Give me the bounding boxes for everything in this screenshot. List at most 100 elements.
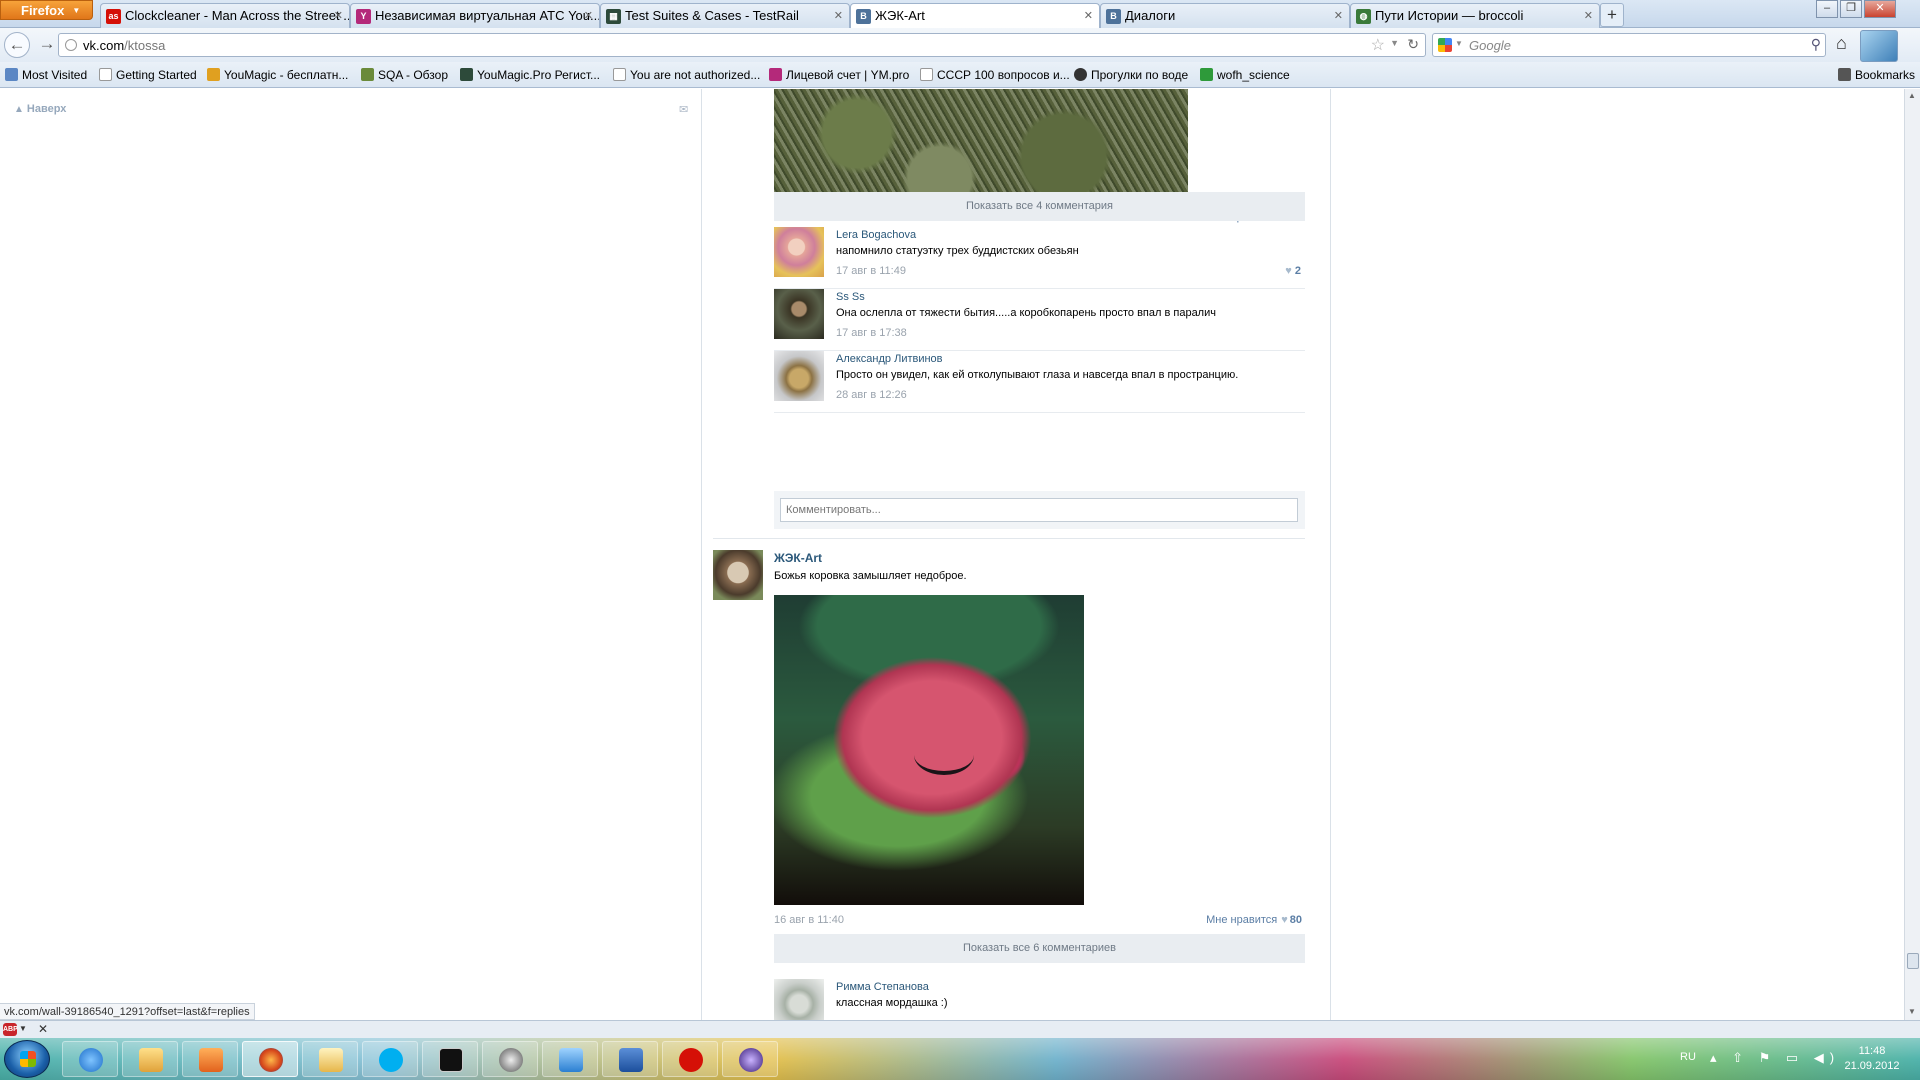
avatar[interactable] xyxy=(713,550,763,600)
new-tab-button[interactable]: + xyxy=(1600,3,1624,27)
post-photo[interactable] xyxy=(774,595,1084,905)
close-icon[interactable]: ✕ xyxy=(38,1022,48,1036)
show-all-comments-button[interactable]: Показать все 6 комментариев xyxy=(774,934,1305,963)
firefox-menu-button[interactable]: Firefox ▼ xyxy=(0,0,93,20)
close-icon[interactable]: ✕ xyxy=(334,9,343,22)
comment-date[interactable]: 17 авг в 11:49 xyxy=(836,265,906,277)
clock-date[interactable]: 21.09.2012 xyxy=(1842,1060,1902,1072)
comment-like-button[interactable]: ♥ 2 xyxy=(1285,265,1301,277)
maximize-button[interactable]: ❐ xyxy=(1840,0,1862,18)
close-icon[interactable]: ✕ xyxy=(834,9,843,22)
tab-testrail[interactable]: ▦ Test Suites & Cases - TestRail ✕ xyxy=(600,3,850,28)
adblock-icon[interactable]: ABP xyxy=(3,1023,18,1036)
media-player-icon[interactable] xyxy=(182,1041,238,1077)
vk-icon: В xyxy=(1106,9,1121,24)
start-button[interactable] xyxy=(4,1040,50,1078)
like-button[interactable]: Мне нравится ♥ 80 xyxy=(1122,914,1302,926)
minimize-button[interactable]: – xyxy=(1816,0,1838,18)
comment-author[interactable]: Ss Ss xyxy=(836,291,865,303)
bookmark-star-icon[interactable]: ☆ xyxy=(1371,35,1385,55)
chevron-down-icon: ▼ xyxy=(72,6,81,15)
ladybug-face xyxy=(914,735,974,775)
tab-youmagic[interactable]: Y Независимая виртуальная АТС You... ✕ xyxy=(350,3,600,28)
post-photo[interactable] xyxy=(774,89,1188,201)
comment-author[interactable]: Римма Степанова xyxy=(836,981,929,993)
bookmark-ym-pro[interactable]: Лицевой счет | YM.pro xyxy=(769,68,909,82)
chevron-down-icon[interactable]: ▼ xyxy=(1390,38,1399,48)
forward-button[interactable]: → xyxy=(34,32,60,58)
bookmark-walks[interactable]: Прогулки по воде xyxy=(1074,68,1188,82)
close-window-button[interactable]: ✕ xyxy=(1864,0,1896,18)
envelope-icon[interactable]: ✉ xyxy=(679,103,688,116)
tab-dialogs[interactable]: В Диалоги ✕ xyxy=(1100,3,1350,28)
bookmark-ussr[interactable]: СССР 100 вопросов и... xyxy=(920,68,1070,82)
search-input[interactable]: ▼ Google ⚲ xyxy=(1432,33,1826,57)
bookmark-getting-started[interactable]: Getting Started xyxy=(99,68,197,82)
avatar[interactable] xyxy=(774,351,824,401)
skype-icon[interactable] xyxy=(362,1041,418,1077)
bookmark-youmagic[interactable]: YouMagic - бесплатн... xyxy=(207,68,348,82)
scroll-up-icon[interactable]: ▲ xyxy=(1908,91,1916,100)
url-bar[interactable]: vk.com/ktossa ☆ ▼ ↻ xyxy=(58,33,1426,57)
show-all-comments-button[interactable]: Показать все 4 комментария xyxy=(774,192,1305,221)
scrollbar-thumb[interactable] xyxy=(1907,953,1919,969)
sqa-icon xyxy=(361,68,374,81)
google-icon[interactable] xyxy=(1438,38,1452,52)
bookmark-label: Прогулки по воде xyxy=(1091,68,1189,82)
reload-icon[interactable]: ↻ xyxy=(1407,36,1419,53)
bookmark-label: SQA - Обзор xyxy=(378,68,449,82)
close-icon[interactable]: ✕ xyxy=(1584,9,1593,22)
globe-icon: ◍ xyxy=(1356,9,1371,24)
page-icon xyxy=(920,68,933,81)
tab-zhek-art[interactable]: В ЖЭК-Art ✕ xyxy=(850,3,1100,29)
bookmark-wofh[interactable]: wofh_science xyxy=(1200,68,1290,82)
bookmark-sqa[interactable]: SQA - Обзор xyxy=(361,68,448,82)
search-icon[interactable]: ⚲ xyxy=(1811,36,1821,53)
explorer-icon[interactable] xyxy=(122,1041,178,1077)
mail-icon[interactable] xyxy=(302,1041,358,1077)
scroll-down-icon[interactable]: ▼ xyxy=(1908,1007,1916,1016)
bookmark-youmagic-pro[interactable]: YouMagic.Pro Регист... xyxy=(460,68,600,82)
persona-button[interactable] xyxy=(1860,30,1898,62)
comment-date[interactable]: 17 авг в 17:38 xyxy=(836,327,907,339)
ie-icon[interactable] xyxy=(62,1041,118,1077)
status-link-url: vk.com/wall-39186540_1291?offset=last&f=… xyxy=(0,1003,255,1020)
close-icon[interactable]: ✕ xyxy=(1334,9,1343,22)
back-to-top-link[interactable]: ▲ Наверх xyxy=(14,103,66,115)
tab-title: Независимая виртуальная АТС You... xyxy=(375,8,600,23)
avatar[interactable] xyxy=(774,289,824,339)
clock-time[interactable]: 11:48 xyxy=(1842,1045,1902,1057)
language-indicator[interactable]: RU xyxy=(1680,1051,1696,1063)
avatar[interactable] xyxy=(774,227,824,277)
chevron-down-icon[interactable]: ▼ xyxy=(19,1024,27,1033)
eclipse-icon[interactable] xyxy=(722,1041,778,1077)
tray-icons[interactable]: ▴ ⇧ ⚑ ▭ ◀) xyxy=(1710,1050,1840,1066)
alien-icon[interactable] xyxy=(482,1041,538,1077)
avatar[interactable] xyxy=(774,979,824,1020)
site-identity-icon[interactable] xyxy=(65,39,77,51)
close-icon[interactable]: ✕ xyxy=(584,9,593,22)
post-date[interactable]: 16 авг в 11:40 xyxy=(774,914,844,926)
back-button[interactable]: ← xyxy=(4,32,30,58)
comment-input[interactable]: Комментировать... xyxy=(780,498,1298,522)
firefox-icon[interactable] xyxy=(242,1041,298,1077)
bookmark-not-authorized[interactable]: You are not authorized... xyxy=(613,68,760,82)
finder-icon[interactable] xyxy=(542,1041,598,1077)
lastfm-icon[interactable] xyxy=(662,1041,718,1077)
close-icon[interactable]: ✕ xyxy=(1084,9,1093,22)
tab-broccoli[interactable]: ◍ Пути Истории — broccoli ✕ xyxy=(1350,3,1600,28)
home-icon[interactable]: ⌂ xyxy=(1836,33,1847,54)
post-author[interactable]: ЖЭК-Art xyxy=(774,551,822,565)
comment-author[interactable]: Lera Bogachova xyxy=(836,229,916,241)
comment-author[interactable]: Александр Литвинов xyxy=(836,353,943,365)
word-icon[interactable] xyxy=(602,1041,658,1077)
tab-lastfm[interactable]: as Clockcleaner - Man Across the Street … xyxy=(100,3,350,28)
bookmark-most-visited[interactable]: Most Visited xyxy=(5,68,87,82)
chevron-down-icon[interactable]: ▼ xyxy=(1455,39,1463,48)
comment-date[interactable]: 28 авг в 12:26 xyxy=(836,389,907,401)
cmd-icon[interactable] xyxy=(422,1041,478,1077)
star-icon xyxy=(1838,68,1851,81)
bookmarks-menu-button[interactable]: Bookmarks xyxy=(1838,68,1915,82)
vertical-scrollbar[interactable]: ▲ ▼ xyxy=(1904,89,1920,1020)
bookmark-label: Most Visited xyxy=(22,68,88,82)
